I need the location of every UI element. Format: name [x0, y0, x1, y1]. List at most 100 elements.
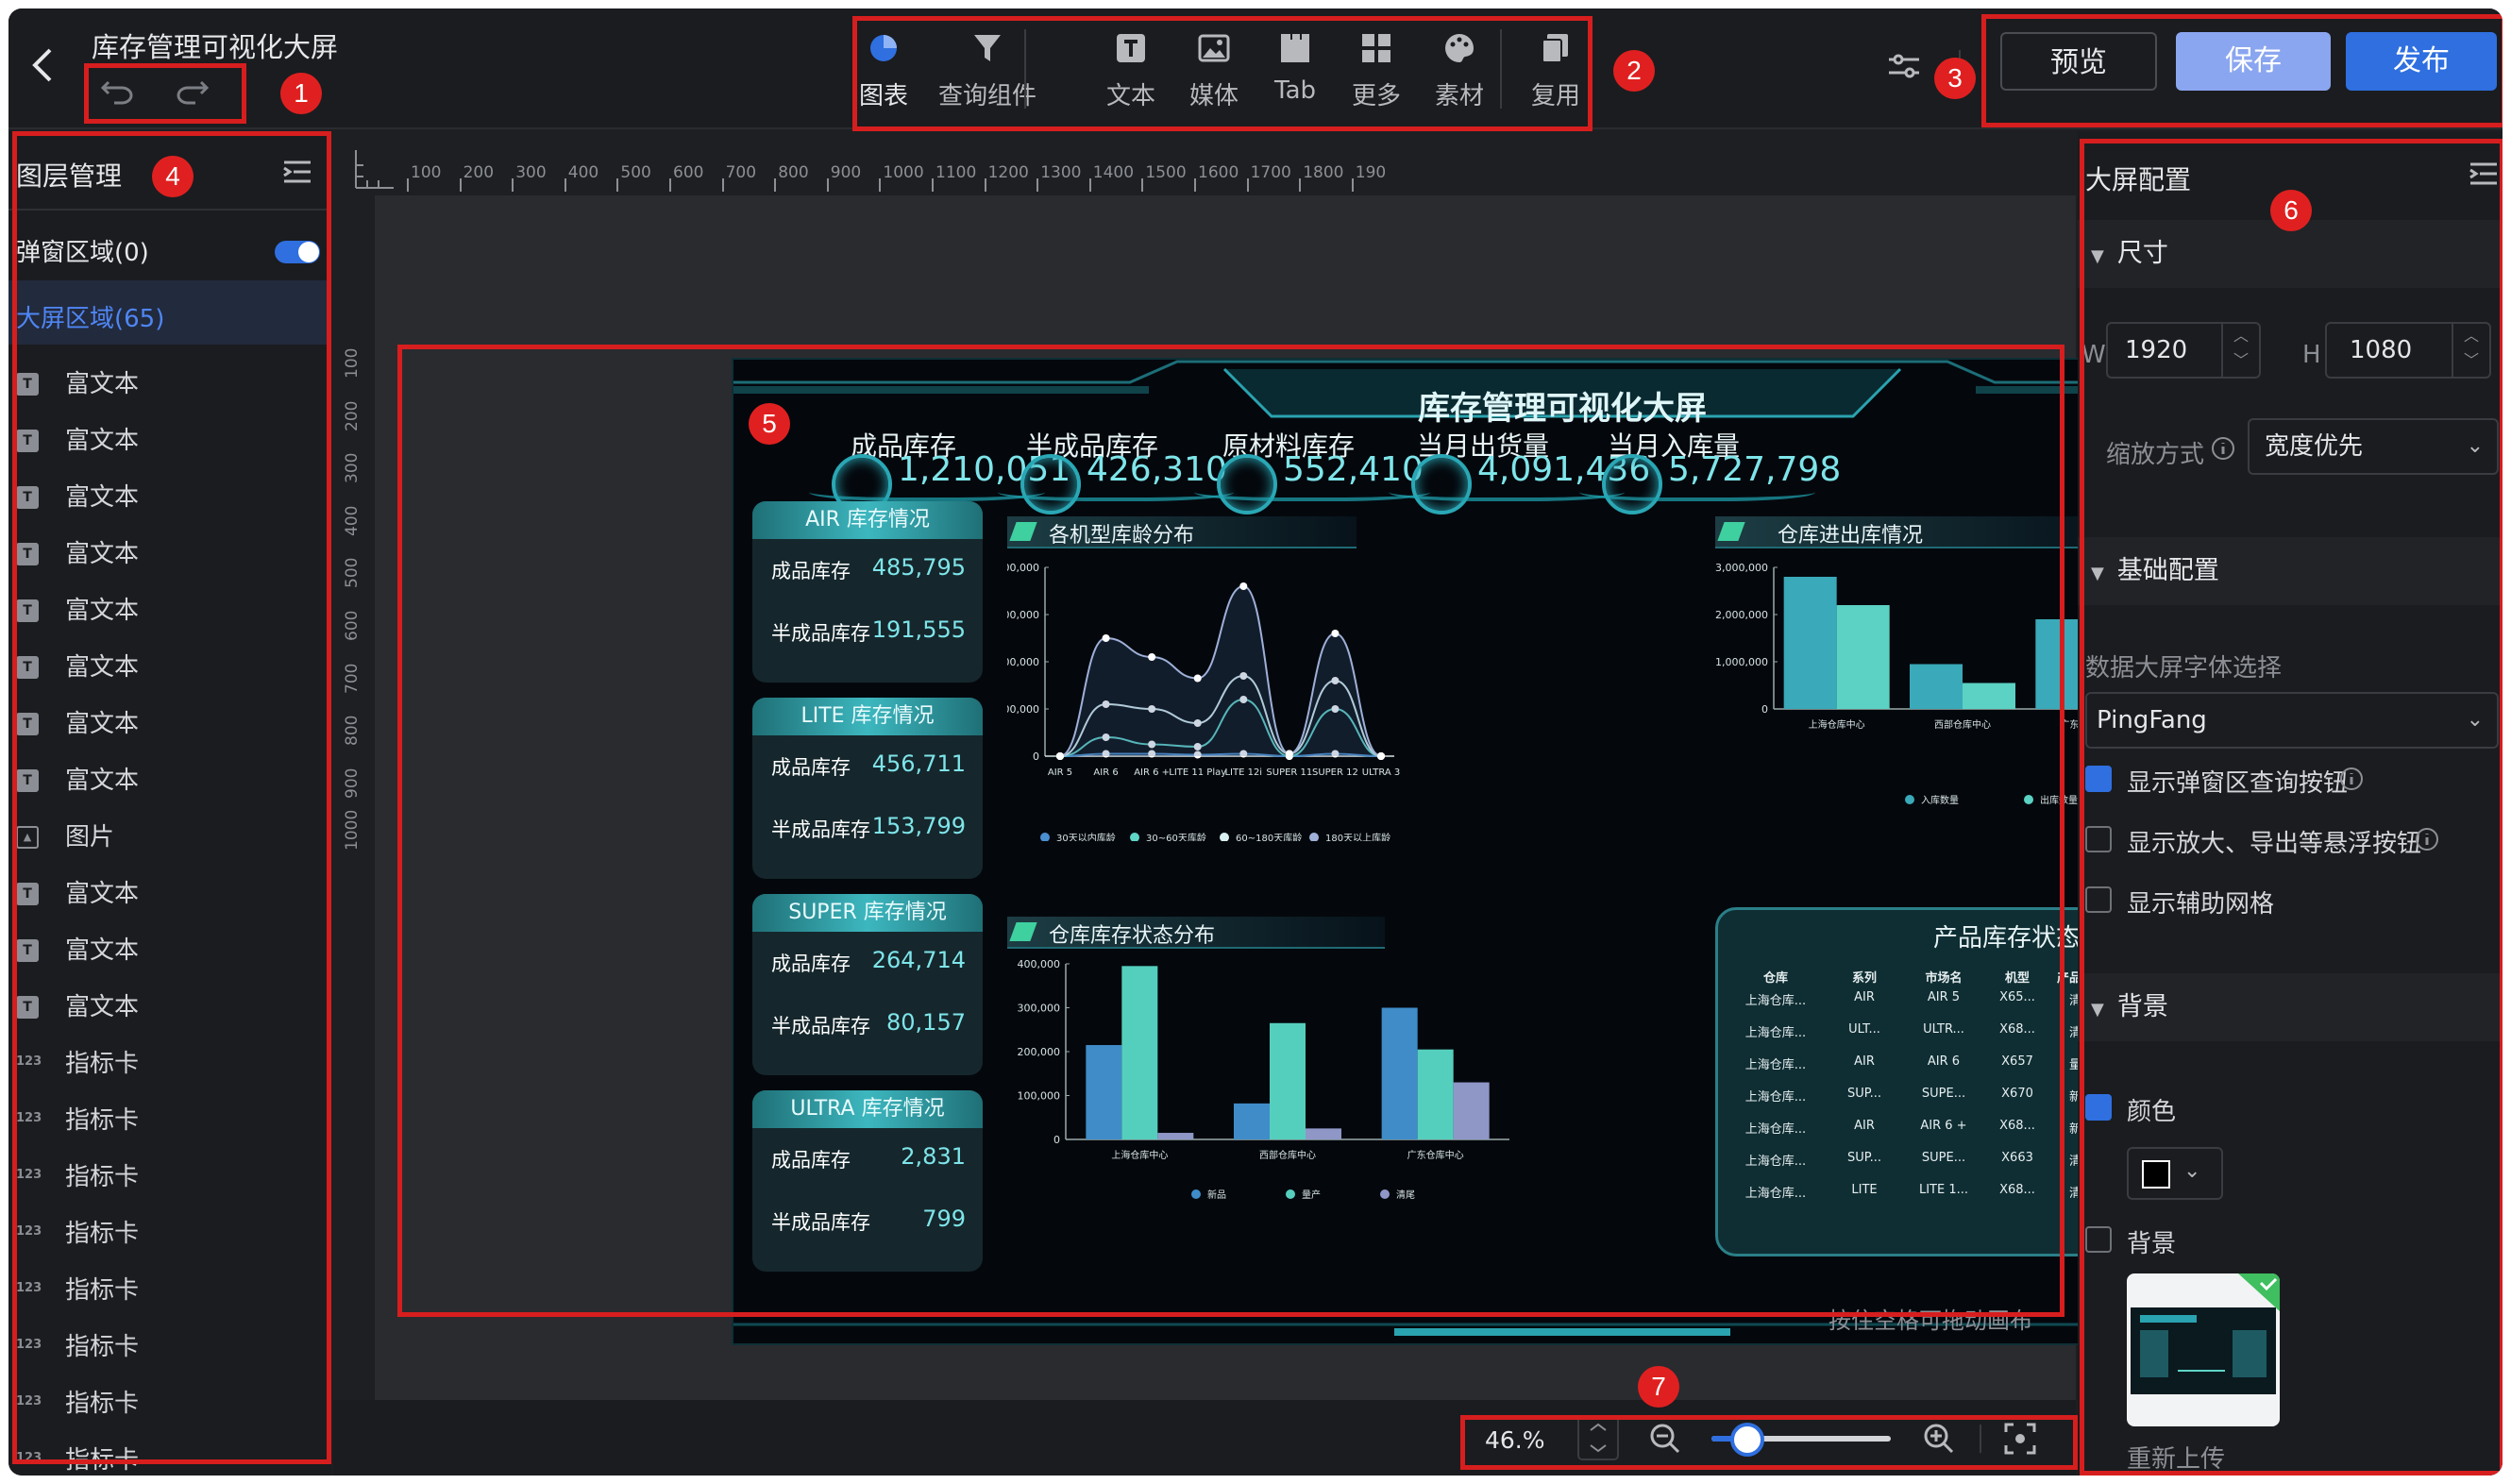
- zoom-slider-thumb[interactable]: [1730, 1423, 1764, 1457]
- data-point: [1102, 634, 1110, 642]
- layer-item[interactable]: 123 指标卡: [16, 1149, 318, 1206]
- data-point: [1331, 630, 1340, 637]
- publish-button[interactable]: 发布: [2346, 32, 2497, 91]
- data-point: [1148, 653, 1156, 661]
- page-title: 库存管理可视化大屏: [92, 31, 339, 63]
- table-cell: AIR: [1854, 1054, 1875, 1069]
- ruler-tick: [984, 178, 986, 192]
- table-header-cell: 市场名: [1925, 971, 1963, 986]
- toolbar-item-palette[interactable]: 素材: [1407, 25, 1511, 116]
- legend-marker: [1380, 1189, 1390, 1199]
- grid-checkbox[interactable]: [2085, 886, 2112, 913]
- layer-item[interactable]: T 富文本: [16, 922, 318, 979]
- layer-item[interactable]: 123 指标卡: [16, 1206, 318, 1262]
- background-image-checkbox[interactable]: [2085, 1226, 2112, 1253]
- settings-sliders-icon[interactable]: [1887, 52, 1921, 80]
- ruler-label: 190: [1355, 163, 1387, 182]
- scale-select[interactable]: 宽度优先 ⌄: [2248, 418, 2499, 475]
- ruler-tick: [774, 178, 777, 192]
- legend-label: 30~60天库龄: [1146, 832, 1206, 841]
- layer-item[interactable]: T 富文本: [16, 639, 318, 696]
- layer-item[interactable]: 123 指标卡: [16, 1375, 318, 1432]
- layer-label: 富文本: [65, 597, 140, 625]
- ruler-tick: [564, 178, 566, 192]
- layer-item[interactable]: 123 指标卡: [16, 1092, 318, 1149]
- layer-item[interactable]: T 富文本: [16, 356, 318, 413]
- x-tick-label: 西部仓库中心: [1934, 718, 1991, 731]
- table-cell: SUP...: [1847, 1087, 1881, 1101]
- card-title: SUPER 库存情况: [752, 894, 983, 932]
- layer-item[interactable]: T 富文本: [16, 696, 318, 752]
- basic-section-header[interactable]: ▼ 基础配置: [2078, 537, 2503, 605]
- layer-item[interactable]: T 富文本: [16, 866, 318, 922]
- preview-button[interactable]: 预览: [2000, 32, 2157, 91]
- reupload-button[interactable]: 重新上传: [2127, 1440, 2225, 1475]
- canvas-area[interactable]: 100 200 300 400 500 600 700 800 900 1000 1100 1200 1…: [333, 131, 2389, 1400]
- panel-menu-icon[interactable]: [2469, 161, 2499, 186]
- series-line: [1059, 584, 1382, 757]
- float-buttons-checkbox[interactable]: [2085, 826, 2112, 852]
- layer-item[interactable]: T 富文本: [16, 582, 318, 639]
- legend-label: 新品: [1207, 1189, 1226, 1201]
- height-input[interactable]: 1080 ︿ ﹀: [2325, 322, 2491, 379]
- background-section-header[interactable]: ▼ 背景: [2078, 973, 2503, 1041]
- grid-label: 显示辅助网格: [2127, 890, 2275, 919]
- layer-label: 指标卡: [65, 1276, 140, 1305]
- layer-item[interactable]: T 富文本: [16, 979, 318, 1036]
- font-select[interactable]: PingFang ⌄: [2085, 692, 2499, 749]
- ruler-label: 400: [567, 163, 599, 182]
- color-checkbox[interactable]: [2085, 1094, 2112, 1121]
- badge-2: 2: [1613, 50, 1655, 92]
- popup-query-checkbox[interactable]: [2085, 766, 2112, 792]
- text-layer-icon: T: [16, 656, 39, 679]
- toolbar-item-copy[interactable]: 复用: [1504, 25, 1608, 116]
- legend-marker: [1309, 833, 1319, 841]
- ruler-label: 100: [343, 347, 362, 379]
- tab-icon: [1281, 34, 1309, 62]
- layer-item[interactable]: T 富文本: [16, 752, 318, 809]
- metric-card-layer-icon: 123: [16, 1054, 42, 1069]
- layer-label: 富文本: [65, 993, 140, 1021]
- toolbar-item-label: 图表: [858, 82, 908, 110]
- save-button[interactable]: 保存: [2176, 32, 2331, 91]
- y-tick-label: 400,000: [1018, 958, 1061, 970]
- text-layer-icon: T: [16, 599, 39, 622]
- table-cell: SUP...: [1847, 1151, 1881, 1165]
- legend-label: 60~180天库龄: [1236, 832, 1302, 841]
- color-picker[interactable]: ⌄: [2127, 1147, 2223, 1200]
- fit-screen-icon[interactable]: [2004, 1423, 2036, 1455]
- x-tick-label: SUPER 11: [1266, 767, 1312, 778]
- toolbar-item-label: 更多: [1351, 82, 1401, 110]
- zoom-out-icon[interactable]: [1649, 1423, 1681, 1455]
- background-thumbnail[interactable]: [2127, 1273, 2280, 1426]
- bar: [1910, 664, 1963, 709]
- layer-item[interactable]: ▲ 图片: [16, 809, 318, 866]
- screen-area-label: 大屏区域(65): [16, 305, 165, 333]
- y-tick-label: 0: [1761, 703, 1768, 716]
- info-icon[interactable]: [2414, 826, 2440, 852]
- legend-marker: [1040, 833, 1050, 841]
- width-input[interactable]: 1920 ︿ ﹀: [2106, 322, 2261, 379]
- layer-item[interactable]: 123 指标卡: [16, 1262, 318, 1319]
- layer-item[interactable]: T 富文本: [16, 469, 318, 526]
- undo-icon[interactable]: [101, 75, 135, 105]
- toolbar-item-pie-chart[interactable]: 图表: [832, 25, 935, 116]
- zoom-value[interactable]: 46.%: [1485, 1426, 1576, 1454]
- layer-item[interactable]: 123 指标卡: [16, 1432, 318, 1476]
- legend-marker: [1191, 1189, 1201, 1199]
- info-icon[interactable]: [2210, 435, 2236, 462]
- selected-check-icon: [2238, 1273, 2280, 1311]
- layer-item[interactable]: 123 指标卡: [16, 1319, 318, 1375]
- layer-item[interactable]: 123 指标卡: [16, 1036, 318, 1092]
- back-icon[interactable]: [29, 46, 58, 84]
- table-cell: 上海仓库...: [1744, 1090, 1807, 1105]
- layer-item[interactable]: T 富文本: [16, 413, 318, 469]
- popup-area-toggle[interactable]: [275, 241, 320, 263]
- collapse-menu-icon[interactable]: [282, 160, 312, 184]
- layer-item[interactable]: T 富文本: [16, 526, 318, 582]
- zoom-in-icon[interactable]: [1923, 1423, 1955, 1455]
- zoom-stepper[interactable]: [1577, 1415, 1619, 1460]
- ruler-label: 1600: [1198, 163, 1239, 182]
- info-icon[interactable]: [2338, 766, 2365, 792]
- redo-icon[interactable]: [175, 75, 209, 105]
